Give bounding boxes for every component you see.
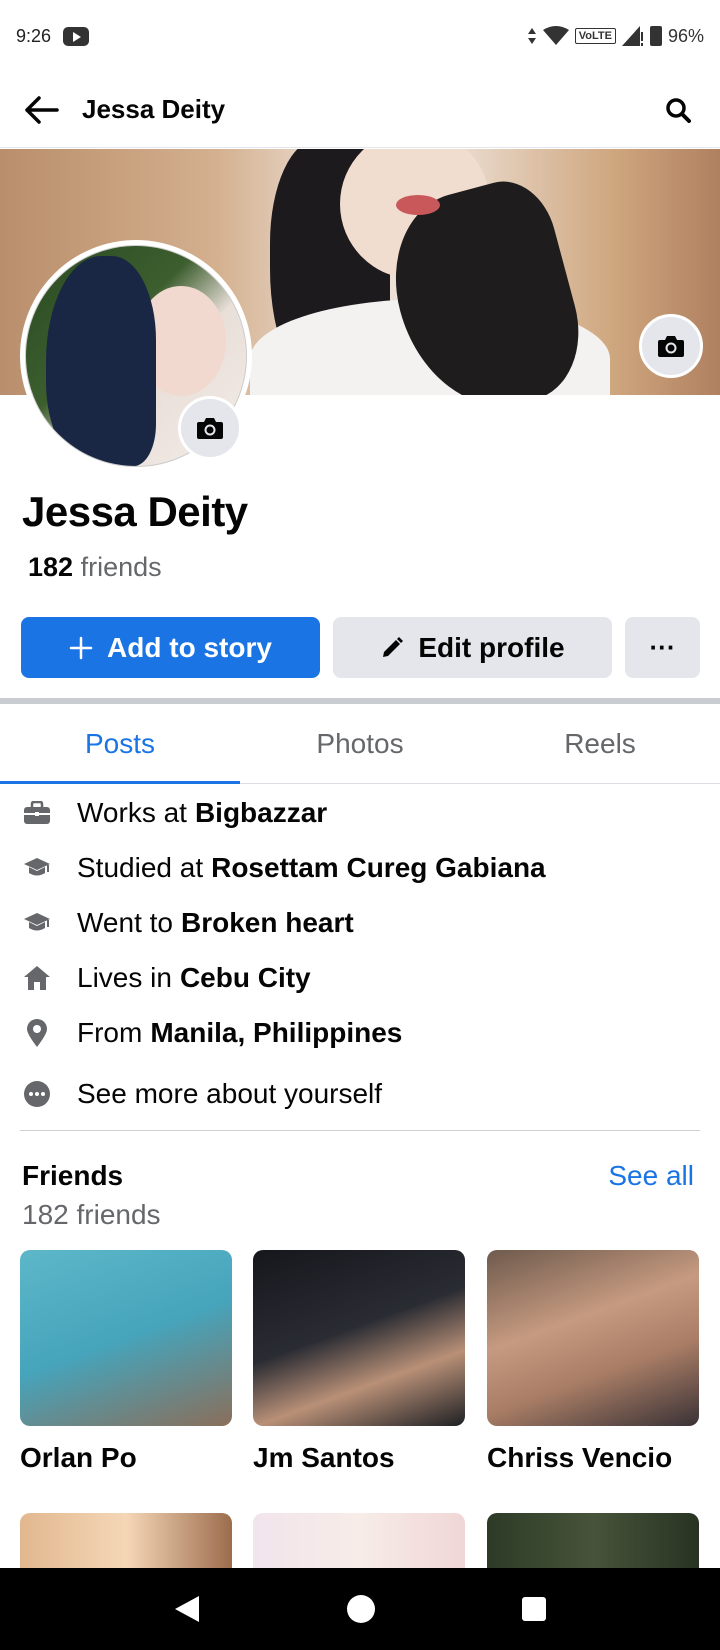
profile-tabs: Posts Photos Reels bbox=[0, 704, 720, 784]
briefcase-icon bbox=[22, 798, 52, 828]
camera-icon bbox=[197, 418, 223, 439]
about-item-work[interactable]: Works at Bigbazzar bbox=[0, 785, 720, 840]
profile-name: Jessa Deity bbox=[22, 488, 248, 535]
camera-icon bbox=[658, 336, 684, 357]
back-arrow-icon bbox=[25, 95, 59, 124]
friend-photo[interactable] bbox=[487, 1513, 699, 1573]
friend-card[interactable]: Orlan Po bbox=[20, 1250, 232, 1474]
search-button[interactable] bbox=[658, 90, 698, 130]
about-value: Cebu City bbox=[179, 961, 311, 993]
about-prefix: Studied at bbox=[77, 851, 204, 883]
tab-posts[interactable]: Posts bbox=[0, 704, 240, 784]
about-value: Broken heart bbox=[180, 906, 354, 938]
status-indicators: VoLTE 96% bbox=[527, 26, 704, 47]
tab-reels[interactable]: Reels bbox=[480, 704, 720, 783]
add-to-story-button[interactable]: Add to story bbox=[21, 617, 320, 678]
see-more-about-button[interactable]: See more about yourself bbox=[0, 1064, 720, 1124]
see-more-label: See more about yourself bbox=[77, 1078, 383, 1109]
about-prefix: Went to bbox=[77, 906, 173, 938]
about-value: Rosettam Cureg Gabiana bbox=[211, 851, 546, 883]
app-header: Jessa Deity bbox=[0, 72, 720, 148]
pencil-icon bbox=[383, 636, 404, 657]
home-icon bbox=[22, 963, 52, 993]
edit-cover-photo-button[interactable] bbox=[639, 314, 703, 378]
nav-recents-icon[interactable] bbox=[521, 1596, 547, 1622]
friend-photo[interactable] bbox=[20, 1513, 232, 1573]
edit-profile-picture-button[interactable] bbox=[178, 396, 242, 460]
friend-name[interactable]: Orlan Po bbox=[20, 1442, 232, 1474]
data-arrows-icon bbox=[527, 28, 536, 44]
friend-name[interactable]: Chriss Vencio bbox=[487, 1442, 699, 1474]
system-nav-bar bbox=[0, 1568, 720, 1650]
add-to-story-label: Add to story bbox=[107, 631, 272, 663]
wifi-icon bbox=[542, 26, 569, 45]
back-button[interactable] bbox=[22, 90, 62, 130]
plus-icon bbox=[69, 636, 93, 659]
about-prefix: Works at bbox=[77, 796, 187, 828]
friend-photo[interactable] bbox=[487, 1250, 699, 1426]
about-prefix: Lives in bbox=[77, 961, 172, 993]
about-item-studied[interactable]: Studied at Rosettam Cureg Gabiana bbox=[0, 840, 720, 895]
nav-home-icon[interactable] bbox=[346, 1594, 376, 1624]
friends-section-title: Friends bbox=[22, 1160, 124, 1191]
about-prefix: From bbox=[77, 1016, 143, 1048]
see-all-friends-link[interactable]: See all bbox=[608, 1160, 694, 1192]
more-options-button[interactable]: ··· bbox=[625, 617, 700, 678]
status-bar: 9:26 VoLTE 96% bbox=[0, 0, 720, 72]
search-icon bbox=[666, 97, 691, 123]
friend-photo[interactable] bbox=[20, 1250, 232, 1426]
about-item-lives-in[interactable]: Lives in Cebu City bbox=[0, 950, 720, 1005]
nav-back-icon[interactable] bbox=[173, 1594, 201, 1624]
about-item-went-to[interactable]: Went to Broken heart bbox=[0, 895, 720, 950]
more-options-icon: ··· bbox=[649, 632, 676, 662]
location-pin-icon bbox=[22, 1018, 52, 1048]
battery-percent: 96% bbox=[667, 25, 704, 46]
edit-profile-button[interactable]: Edit profile bbox=[333, 617, 612, 678]
about-value: Bigbazzar bbox=[194, 796, 328, 828]
graduation-cap-icon bbox=[22, 908, 52, 938]
friend-photo[interactable] bbox=[253, 1513, 465, 1573]
friends-count-label: friends bbox=[80, 552, 162, 582]
about-item-from[interactable]: From Manila, Philippines bbox=[0, 1005, 720, 1060]
tab-photos[interactable]: Photos bbox=[240, 704, 480, 783]
header-title: Jessa Deity bbox=[82, 94, 226, 124]
status-time: 9:26 bbox=[16, 25, 52, 46]
intro-divider bbox=[20, 1130, 700, 1131]
more-dots-icon bbox=[22, 1079, 52, 1109]
youtube-notification-icon bbox=[63, 26, 90, 46]
friends-count[interactable]: 182 friends bbox=[28, 552, 162, 583]
friend-name[interactable]: Jm Santos bbox=[253, 1442, 465, 1474]
friend-card[interactable]: Chriss Vencio bbox=[487, 1250, 699, 1474]
friends-count-number: 182 bbox=[28, 552, 74, 582]
cell-signal-icon bbox=[621, 26, 643, 46]
battery-icon bbox=[649, 26, 662, 46]
friend-photo[interactable] bbox=[253, 1250, 465, 1426]
intro-details: Works at Bigbazzar Studied at Rosettam Cur… bbox=[0, 785, 720, 1124]
friends-section-count: 182 friends bbox=[22, 1199, 161, 1230]
edit-profile-label: Edit profile bbox=[418, 631, 565, 663]
volte-badge: VoLTE bbox=[574, 28, 616, 44]
graduation-cap-icon bbox=[22, 853, 52, 883]
friend-card[interactable]: Jm Santos bbox=[253, 1250, 465, 1474]
about-value: Manila, Philippines bbox=[150, 1016, 403, 1048]
